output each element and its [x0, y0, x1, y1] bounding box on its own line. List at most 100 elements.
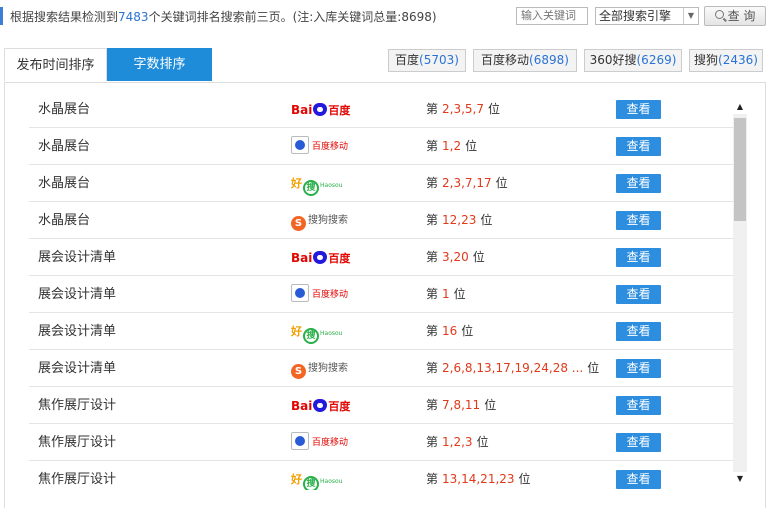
filter-baidu-button[interactable]: 百度(5703): [388, 49, 466, 72]
filter-sogou-label: 搜狗: [694, 53, 719, 67]
view-button[interactable]: 查看: [616, 285, 661, 304]
engine-select[interactable]: 全部搜索引擎 ▼: [595, 7, 699, 25]
baidu-mobile-icon: [291, 284, 309, 302]
view-button[interactable]: 查看: [616, 211, 661, 230]
haosou-ring-icon: 搜: [303, 476, 319, 490]
scroll-down-icon[interactable]: ▼: [733, 472, 747, 486]
sogou-icon: S: [291, 364, 306, 379]
summary-text: 根据搜索结果检测到7483个关键词排名搜索前三页。(注:入库关键词总量:8698…: [10, 8, 437, 25]
tab-word-count[interactable]: 字数排序: [107, 48, 212, 81]
baidu-logo: Bai 百度: [291, 395, 355, 417]
rank-positions: 第 13,14,21,23 位: [426, 461, 531, 490]
rank-values: 1,2,3: [442, 435, 473, 449]
filter-baidu-mobile-button[interactable]: 百度移动(6898): [473, 49, 577, 72]
keyword-text: 水晶展台: [38, 176, 91, 191]
view-button[interactable]: 查看: [616, 174, 661, 193]
rank-suffix: 位: [495, 176, 508, 190]
baidu-logo: Bai 百度: [291, 247, 355, 269]
rank-positions: 第 2,3,7,17 位: [426, 165, 508, 202]
rank-positions: 第 16 位: [426, 313, 473, 350]
baidu-mobile-logo: 百度移动: [291, 432, 355, 454]
rank-suffix: 位: [461, 324, 474, 338]
view-button[interactable]: 查看: [616, 137, 661, 156]
sogou-logo-text: 搜狗搜索: [308, 363, 348, 374]
rank-positions: 第 1,2 位: [426, 128, 477, 165]
haosou-logo-en: Haosou: [320, 330, 343, 337]
rank-suffix: 位: [484, 398, 497, 412]
keyword-text: 展会设计清单: [38, 361, 117, 376]
rank-prefix: 第: [426, 435, 439, 449]
rank-values: 2,3,7,17: [442, 176, 492, 190]
keyword-text: 水晶展台: [38, 102, 91, 117]
baidu-mobile-logo-text: 百度移动: [312, 142, 349, 152]
rank-positions: 第 7,8,11 位: [426, 387, 496, 424]
accent-bar: [0, 7, 3, 25]
keyword-text: 焦作展厅设计: [38, 398, 117, 413]
view-button[interactable]: 查看: [616, 470, 661, 489]
query-button-label: 查 询: [727, 9, 756, 23]
chevron-down-icon: ▼: [683, 8, 698, 24]
query-button[interactable]: 查 询: [704, 6, 766, 26]
view-button[interactable]: 查看: [616, 322, 661, 341]
keyword-text: 展会设计清单: [38, 287, 117, 302]
scrollbar[interactable]: ▲ ▼: [733, 100, 747, 486]
haosou-logo-hao: 好: [291, 177, 302, 190]
rank-values: 1,2: [442, 139, 462, 153]
view-button[interactable]: 查看: [616, 359, 661, 378]
haosou-ring-icon: 搜: [303, 180, 319, 196]
haosou-logo-hao: 好: [291, 473, 302, 486]
search-icon: [714, 10, 724, 19]
sort-tab-row: 发布时间排序 字数排序 百度(5703) 百度移动(6898) 360好搜(62…: [4, 48, 766, 83]
baidu-logo-cn: 百度: [328, 400, 351, 413]
rank-suffix: 位: [465, 139, 478, 153]
view-button[interactable]: 查看: [616, 248, 661, 267]
rank-values: 2,6,8,13,17,19,24,28 ...: [442, 361, 584, 375]
baidu-mobile-icon: [291, 136, 309, 154]
haosou-ring-icon: 搜: [303, 328, 319, 344]
tab-publish-time[interactable]: 发布时间排序: [4, 48, 107, 81]
rank-positions: 第1位: [426, 276, 466, 313]
ranking-row: 焦作展厅设计 好搜 Haosou 第 13,14,21,23 位 查看: [29, 461, 733, 490]
scroll-thumb[interactable]: [734, 118, 746, 221]
ranking-row: 焦作展厅设计 百度移动 第 1,2,3 位 查看: [29, 424, 733, 461]
view-button[interactable]: 查看: [616, 100, 661, 119]
rank-values: 13,14,21,23: [442, 472, 515, 486]
baidu-paw-icon: [313, 399, 328, 412]
scroll-up-icon[interactable]: ▲: [733, 100, 747, 114]
baidu-mobile-logo-text: 百度移动: [312, 438, 349, 448]
view-button[interactable]: 查看: [616, 396, 661, 415]
filter-sogou-button[interactable]: 搜狗(2436): [689, 49, 763, 72]
rank-values: 12,23: [442, 213, 477, 227]
filter-360-button[interactable]: 360好搜(6269): [584, 49, 682, 72]
rank-prefix: 第: [426, 139, 439, 153]
rank-values: 2,3,5,7: [442, 102, 484, 116]
filter-baidu-mobile-count: (6898): [529, 53, 569, 67]
view-button[interactable]: 查看: [616, 433, 661, 452]
baidu-mobile-icon: [291, 432, 309, 450]
keyword-text: 焦作展厅设计: [38, 472, 117, 487]
rank-positions: 第 3,20 位: [426, 239, 485, 276]
rank-suffix: 位: [472, 250, 485, 264]
baidu-paw-icon: [313, 103, 328, 116]
rank-suffix: 位: [476, 435, 489, 449]
keyword-search-input[interactable]: [516, 7, 588, 25]
keyword-text: 焦作展厅设计: [38, 435, 117, 450]
keyword-count: 7483: [118, 10, 149, 24]
rank-prefix: 第: [426, 102, 439, 116]
rank-values: 16: [442, 324, 458, 338]
rank-prefix: 第: [426, 324, 439, 338]
filter-360-count: (6269): [636, 53, 677, 67]
rank-prefix: 第: [426, 250, 439, 264]
baidu-mobile-logo: 百度移动: [291, 284, 355, 306]
rank-prefix: 第: [426, 176, 439, 190]
rank-suffix: 位: [488, 102, 501, 116]
ranking-row: 水晶展台 Bai 百度 第 2,3,5,7 位 查看: [29, 91, 733, 128]
haosou-logo-en: Haosou: [320, 478, 343, 485]
haosou-logo-hao: 好: [291, 325, 302, 338]
rank-prefix: 第: [426, 361, 439, 375]
rank-positions: 第 1,2,3 位: [426, 424, 489, 461]
baidu-logo-cn: 百度: [328, 252, 351, 265]
rank-positions: 第 2,3,5,7 位: [426, 91, 500, 128]
rank-positions: 第 2,6,8,13,17,19,24,28 ... 位: [426, 350, 599, 387]
haosou-logo: 好搜 Haosou: [291, 173, 355, 196]
